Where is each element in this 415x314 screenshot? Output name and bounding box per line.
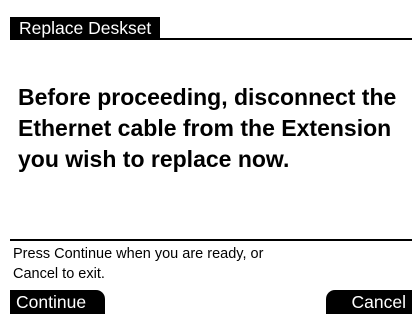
footer-hint-line-2: Cancel to exit. (13, 266, 105, 282)
footer-divider (10, 239, 412, 241)
instruction-message: Before proceeding, disconnect the Ethern… (18, 84, 397, 172)
screen-title: Replace Deskset (10, 17, 161, 40)
footer-hint-line-1: Press Continue when you are ready, or (13, 246, 264, 262)
continue-button[interactable]: Continue (10, 290, 105, 314)
cancel-button[interactable]: Cancel (326, 290, 412, 314)
title-divider (10, 38, 412, 40)
footer-hint: Press Continue when you are ready, or Ca… (13, 244, 333, 284)
